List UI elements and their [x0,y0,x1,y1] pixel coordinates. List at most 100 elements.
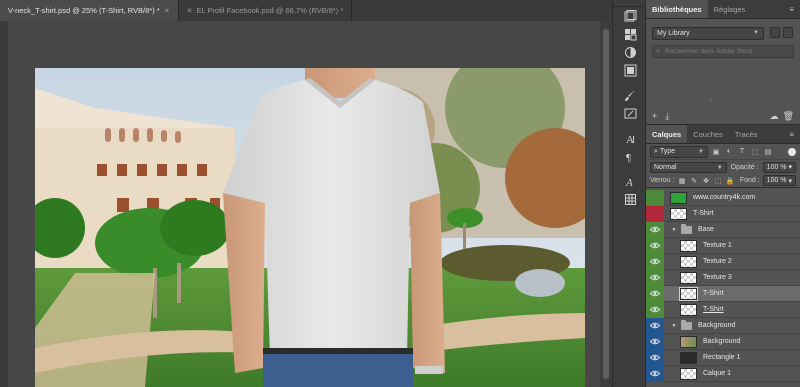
brush-presets-icon[interactable] [613,104,647,122]
document-tab[interactable]: ✕ EL Profil Facebook.psd @ 66,7% (RVB/8*… [179,0,353,21]
opacity-label: Opacité : [730,163,759,171]
lock-transparency-icon[interactable]: ▦ [678,176,687,185]
search-icon: ⌕ [656,48,660,55]
layer-thumbnail [680,271,697,284]
eye-icon[interactable] [646,317,664,334]
tab-paths[interactable]: Tracés [729,125,764,143]
layer-thumbnail [680,303,697,316]
filter-toggle[interactable] [788,147,796,156]
eye-icon[interactable] [646,221,664,238]
layer-name: www.country4k.com [693,194,756,201]
lock-pixels-icon[interactable]: ✎ [690,176,699,185]
panel-menu-icon[interactable]: ≡ [789,130,794,139]
layer-kind-filter[interactable]: ⌕ Type ▼ [650,145,708,158]
stock-search-placeholder: Rechercher dans Adobe Stock [665,48,753,55]
lock-artboard-icon[interactable]: ⬚ [714,176,723,185]
delete-icon[interactable]: 🗑 [783,111,794,122]
library-select[interactable]: My Library ▼ [652,27,764,40]
cloud-sync-icon[interactable]: ☁ [770,111,779,122]
history-icon[interactable] [613,7,647,25]
eye-icon[interactable] [646,253,664,270]
eye-icon[interactable] [646,365,664,382]
svg-text:A: A [626,134,634,145]
layer-row[interactable]: Calque 1 [646,365,800,382]
close-icon[interactable]: ✕ [187,7,193,15]
smart-object-filter-icon[interactable]: ▤ [763,147,773,157]
layer-row[interactable]: Texture 2 [646,253,800,270]
eye-icon[interactable] [646,237,664,254]
fill-field[interactable]: 100 % ▾ [762,175,796,186]
character-icon[interactable]: A [613,129,647,147]
chevron-down-icon: ▼ [716,164,723,171]
panel-menu-icon[interactable]: ≡ [789,5,794,14]
paragraph-icon[interactable]: ¶ [613,147,647,165]
layer-row[interactable]: www.country4k.com [646,189,800,206]
layer-row[interactable]: T-Shirt [646,285,800,302]
eye-icon[interactable] [646,301,664,318]
eye-icon[interactable] [646,333,664,350]
chevron-down-icon[interactable]: ▾ [670,322,678,329]
blend-mode-select[interactable]: Normal ▼ [650,161,727,173]
folder-icon [681,319,692,330]
glyphs-icon[interactable]: A [613,172,647,190]
upload-icon[interactable]: ⤓ [665,111,669,122]
properties-icon[interactable] [613,190,647,208]
eye-icon[interactable] [646,349,664,366]
list-view-icon[interactable] [783,27,793,38]
lock-position-icon[interactable]: ✥ [702,176,711,185]
styles-icon[interactable] [613,61,647,79]
layer-row[interactable]: ▾ Background [646,317,800,334]
adjustments-icon[interactable] [613,43,647,61]
chevron-down-icon[interactable]: ▾ [670,226,678,233]
text-filter-icon[interactable]: T [737,147,747,157]
add-content-icon[interactable]: + [652,111,657,121]
layer-row[interactable]: Background [646,333,800,350]
eye-icon[interactable] [646,269,664,286]
canvas-area[interactable] [0,21,612,387]
tab-adjustments[interactable]: Réglages [708,0,752,18]
layer-row[interactable]: T-Shirt [646,205,800,222]
opacity-field[interactable]: 100 % ▾ [762,161,796,173]
tab-layers[interactable]: Calques [646,125,688,143]
tab-libraries[interactable]: Bibliothèques [646,0,708,18]
layer-name: Texture 1 [703,242,732,249]
panel-grip[interactable] [613,0,645,7]
lock-all-icon[interactable]: 🔒 [726,176,735,185]
visibility-slot[interactable] [646,205,664,222]
layer-row[interactable]: Texture 3 [646,269,800,286]
layer-thumbnail [680,335,697,348]
layer-name: Base [698,226,714,233]
eye-icon[interactable] [646,285,664,302]
layer-name: Background [698,322,736,329]
document-tab-active[interactable]: V-neck_T-shirt.psd @ 25% (T-Shirt, RVB/8… [0,0,179,21]
libraries-tab-bar: Bibliothèques Réglages ≡ [646,0,800,19]
svg-text:A: A [625,177,633,188]
scrollbar-thumb[interactable] [603,29,609,379]
layer-filter-bar: ⌕ Type ▼ ▣ ◐ T ⬚ ▤ [646,144,800,160]
layer-thumbnail [670,191,687,204]
libraries-footer: + ⤓ ☁ 🗑 [646,108,800,124]
adjustment-filter-icon[interactable]: ◐ [724,147,734,157]
layer-row[interactable]: ▾ Base [646,221,800,238]
pixel-filter-icon[interactable]: ▣ [711,147,721,157]
brush-icon[interactable] [613,86,647,104]
layer-name: T-Shirt [703,306,724,313]
layer-row[interactable]: Rectangle 1 [646,349,800,366]
blend-row: Normal ▼ Opacité : 100 % ▾ [646,160,800,174]
layer-row[interactable]: Texture 1 [646,237,800,254]
grid-view-icon[interactable] [770,27,780,38]
swatches-icon[interactable] [613,25,647,43]
layer-name: Texture 2 [703,258,732,265]
visibility-slot[interactable] [646,189,664,206]
tab-channels[interactable]: Couches [687,125,729,143]
shape-filter-icon[interactable]: ⬚ [750,147,760,157]
blend-mode-value: Normal [654,163,677,171]
library-empty-plus-icon: + [708,95,714,106]
layer-row[interactable]: T-Shirt [646,301,800,318]
vertical-scrollbar[interactable] [600,21,612,387]
stock-search-input[interactable]: ⌕ Rechercher dans Adobe Stock [652,45,794,58]
fill-value: 100 % [766,177,787,184]
library-view-toggle [770,27,793,38]
close-icon[interactable]: ✕ [164,7,170,15]
canvas-image[interactable] [35,68,585,387]
